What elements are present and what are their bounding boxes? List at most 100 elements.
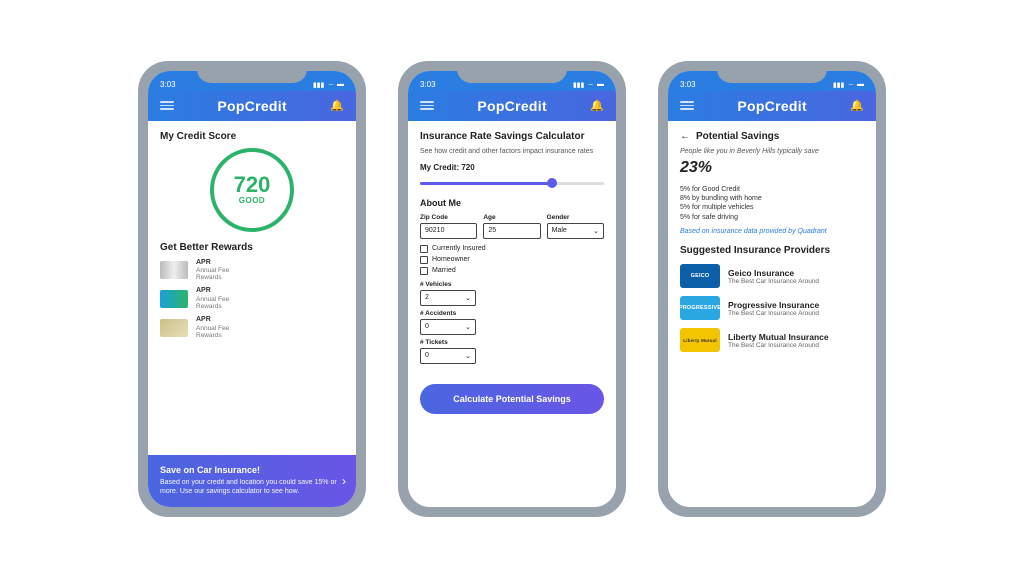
- zip-label: Zip Code: [420, 214, 477, 221]
- content: Insurance Rate Savings Calculator See ho…: [408, 121, 616, 507]
- credit-score-rating: GOOD: [239, 196, 265, 205]
- wifi-icon: ⌢: [848, 81, 853, 89]
- savings-breakdown: 5% for Good Credit 8% by bundling with h…: [680, 185, 864, 223]
- app-header: PopCredit 🔔: [668, 91, 876, 121]
- signal-icon: ▮▮▮: [313, 81, 325, 89]
- calc-title: Insurance Rate Savings Calculator: [420, 131, 604, 142]
- reward-sub: Rewards: [196, 274, 229, 281]
- card-thumb: [160, 261, 188, 279]
- screen: 3:03 ▮▮▮ ⌢ ▬ PopCredit 🔔 ← Potential Sav…: [668, 71, 876, 507]
- chevron-down-icon: ⌄: [465, 352, 471, 360]
- provider-item[interactable]: GEICO Geico Insurance The Best Car Insur…: [680, 264, 864, 288]
- provider-name: Liberty Mutual Insurance: [728, 332, 829, 342]
- battery-icon: ▬: [597, 81, 604, 88]
- provider-logo: GEICO: [680, 264, 720, 288]
- reward-item[interactable]: APR Annual Fee Rewards: [160, 316, 344, 339]
- chevron-right-icon: ›: [342, 474, 346, 488]
- menu-icon[interactable]: [160, 101, 174, 110]
- chk-insured[interactable]: Currently Insured: [420, 245, 604, 253]
- promo-banner[interactable]: Save on Car Insurance! Based on your cre…: [148, 455, 356, 506]
- page-title: Potential Savings: [696, 131, 779, 142]
- chevron-down-icon: ⌄: [465, 294, 471, 302]
- back-row[interactable]: ← Potential Savings: [680, 131, 864, 142]
- promo-title: Save on Car Insurance!: [160, 465, 344, 475]
- reward-item[interactable]: APR Annual Fee Rewards: [160, 287, 344, 310]
- credit-score-value: 720: [234, 174, 271, 196]
- reward-item[interactable]: APR Annual Fee Rewards: [160, 259, 344, 282]
- card-thumb: [160, 290, 188, 308]
- age-label: Age: [483, 214, 540, 221]
- app-header: PopCredit 🔔: [408, 91, 616, 121]
- reward-sub: Annual Fee: [196, 296, 229, 303]
- reward-sub: Annual Fee: [196, 325, 229, 332]
- credit-slider[interactable]: [420, 176, 604, 190]
- chevron-down-icon: ⌄: [465, 323, 471, 331]
- reward-sub: Annual Fee: [196, 267, 229, 274]
- providers-title: Suggested Insurance Providers: [680, 245, 864, 256]
- accidents-label: # Accidents: [420, 310, 476, 317]
- provider-logo: PROGRESSIVE: [680, 296, 720, 320]
- signal-icon: ▮▮▮: [573, 81, 585, 89]
- accidents-select[interactable]: 0⌄: [420, 319, 476, 335]
- phone-mock-2: 3:03 ▮▮▮ ⌢ ▬ PopCredit 🔔 Insurance Rate …: [398, 61, 626, 517]
- reward-apr: APR: [196, 316, 229, 324]
- notch: [717, 61, 827, 83]
- menu-icon[interactable]: [680, 101, 694, 110]
- reward-apr: APR: [196, 287, 229, 295]
- mycredit-label: My Credit: 720: [420, 163, 604, 172]
- score-title: My Credit Score: [160, 131, 344, 142]
- reward-apr: APR: [196, 259, 229, 267]
- reward-sub: Rewards: [196, 332, 229, 339]
- savings-percent: 23%: [680, 159, 864, 177]
- provider-tagline: The Best Car Insurance Around: [728, 310, 819, 317]
- provider-logo: Liberty Mutual: [680, 328, 720, 352]
- screen: 3:03 ▮▮▮ ⌢ ▬ PopCredit 🔔 Insurance Rate …: [408, 71, 616, 507]
- provider-name: Progressive Insurance: [728, 300, 819, 310]
- bell-icon[interactable]: 🔔: [590, 99, 604, 112]
- app-header: PopCredit 🔔: [148, 91, 356, 121]
- calc-subtitle: See how credit and other factors impact …: [420, 148, 604, 155]
- chevron-down-icon: ⌄: [593, 227, 599, 235]
- data-source: Based on insurance data provided by Quad…: [680, 228, 864, 235]
- bell-icon[interactable]: 🔔: [330, 99, 344, 112]
- status-icons: ▮▮▮ ⌢ ▬: [573, 81, 604, 89]
- card-thumb: [160, 319, 188, 337]
- arrow-left-icon: ←: [680, 131, 690, 142]
- age-input[interactable]: 25: [483, 223, 540, 239]
- vehicles-select[interactable]: 2⌄: [420, 290, 476, 306]
- gender-select[interactable]: Male⌄: [547, 223, 604, 239]
- content: ← Potential Savings People like you in B…: [668, 121, 876, 507]
- reward-sub: Rewards: [196, 303, 229, 310]
- phone-mock-1: 3:03 ▮▮▮ ⌢ ▬ PopCredit 🔔 My Credit Score…: [138, 61, 366, 517]
- notch: [197, 61, 307, 83]
- provider-tagline: The Best Car Insurance Around: [728, 278, 819, 285]
- aboutme-title: About Me: [420, 198, 604, 208]
- tickets-label: # Tickets: [420, 339, 476, 346]
- status-time: 3:03: [680, 80, 696, 89]
- status-icons: ▮▮▮ ⌢ ▬: [833, 81, 864, 89]
- chk-married[interactable]: Married: [420, 267, 604, 275]
- wifi-icon: ⌢: [588, 81, 593, 89]
- credit-score-ring: 720 GOOD: [210, 148, 294, 232]
- bell-icon[interactable]: 🔔: [850, 99, 864, 112]
- screen: 3:03 ▮▮▮ ⌢ ▬ PopCredit 🔔 My Credit Score…: [148, 71, 356, 507]
- app-title: PopCredit: [217, 98, 287, 114]
- battery-icon: ▬: [857, 81, 864, 88]
- provider-tagline: The Best Car Insurance Around: [728, 342, 829, 349]
- wifi-icon: ⌢: [328, 81, 333, 89]
- app-title: PopCredit: [477, 98, 547, 114]
- provider-item[interactable]: Liberty Mutual Liberty Mutual Insurance …: [680, 328, 864, 352]
- chk-homeowner[interactable]: Homeowner: [420, 256, 604, 264]
- menu-icon[interactable]: [420, 101, 434, 110]
- phone-mock-3: 3:03 ▮▮▮ ⌢ ▬ PopCredit 🔔 ← Potential Sav…: [658, 61, 886, 517]
- notch: [457, 61, 567, 83]
- promo-body: Based on your credit and location you co…: [160, 478, 344, 496]
- rewards-list: APR Annual Fee Rewards APR Annual Fee Re…: [160, 259, 344, 340]
- provider-item[interactable]: PROGRESSIVE Progressive Insurance The Be…: [680, 296, 864, 320]
- calculate-button[interactable]: Calculate Potential Savings: [420, 384, 604, 414]
- zip-input[interactable]: 90210: [420, 223, 477, 239]
- status-icons: ▮▮▮ ⌢ ▬: [313, 81, 344, 89]
- provider-name: Geico Insurance: [728, 268, 819, 278]
- tickets-select[interactable]: 0⌄: [420, 348, 476, 364]
- gender-label: Gender: [547, 214, 604, 221]
